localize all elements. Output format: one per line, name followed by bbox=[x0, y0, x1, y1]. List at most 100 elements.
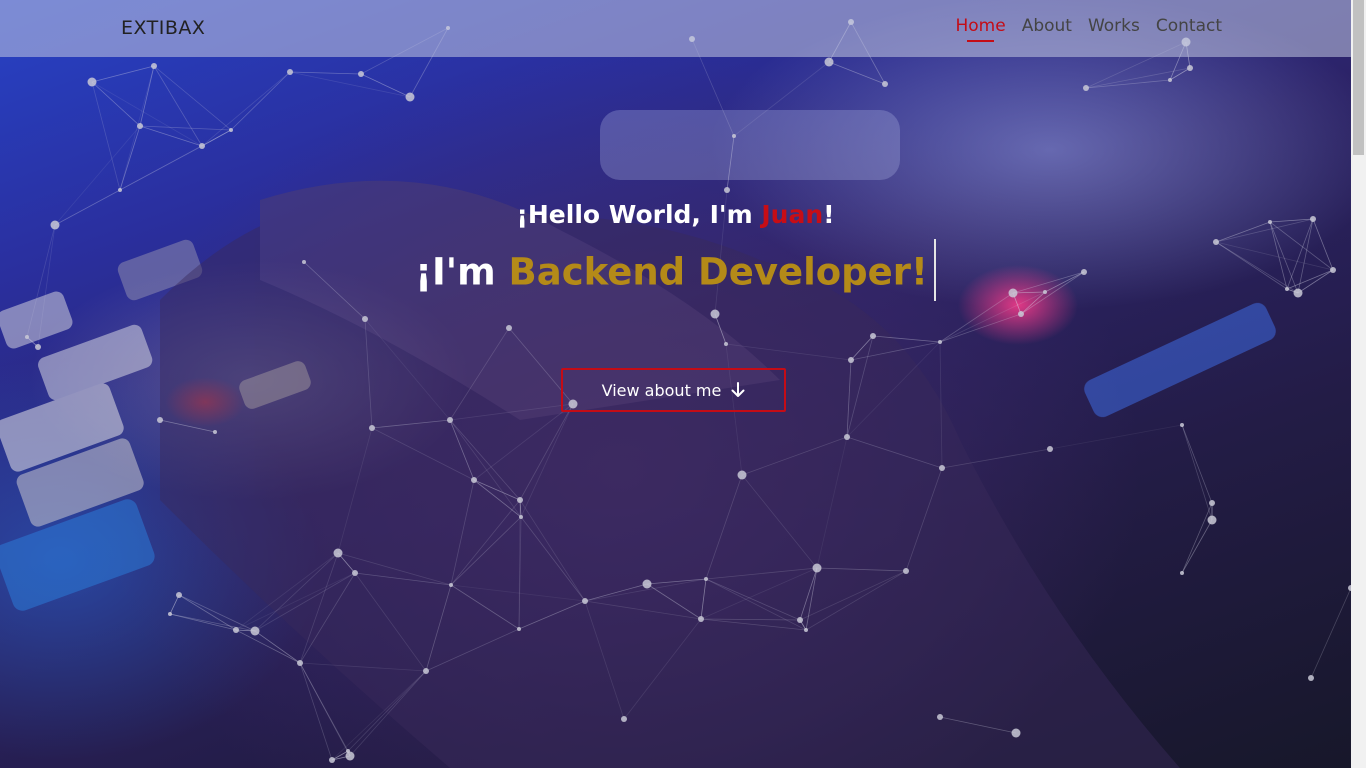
particle-node bbox=[25, 335, 29, 339]
nav-link-contact[interactable]: Contact bbox=[1156, 16, 1222, 36]
particle-node bbox=[199, 143, 205, 149]
particle-link bbox=[299, 662, 351, 757]
particle-node bbox=[229, 128, 233, 132]
particle-node bbox=[1011, 728, 1021, 738]
particle-link bbox=[846, 335, 874, 438]
particle-link bbox=[700, 618, 807, 631]
particle-link bbox=[700, 567, 818, 620]
particle-link bbox=[1085, 67, 1191, 89]
particle-link bbox=[473, 403, 574, 481]
particle-node bbox=[519, 515, 523, 519]
particle-link bbox=[169, 613, 237, 631]
particle-link bbox=[254, 630, 301, 664]
particle-link bbox=[169, 613, 256, 632]
particle-link bbox=[846, 436, 943, 469]
particle-link bbox=[705, 578, 801, 621]
particle-node bbox=[870, 333, 876, 339]
role-prefix: ¡I'm bbox=[415, 250, 509, 294]
particle-link bbox=[519, 403, 574, 501]
hero-greeting: ¡Hello World, I'm Juan! bbox=[0, 200, 1351, 229]
particle-node bbox=[250, 626, 260, 636]
particle-node bbox=[517, 497, 523, 503]
particle-link bbox=[178, 594, 237, 631]
particle-node bbox=[1187, 65, 1193, 71]
particle-link bbox=[519, 499, 586, 602]
particle-link bbox=[449, 419, 522, 518]
particle-link bbox=[450, 516, 522, 586]
particle-link bbox=[425, 628, 520, 672]
particle-link bbox=[741, 436, 848, 476]
particle-link bbox=[450, 499, 521, 586]
particle-link bbox=[846, 359, 852, 438]
particle-link bbox=[646, 578, 707, 585]
particle-link bbox=[119, 145, 203, 191]
particle-link bbox=[700, 578, 707, 620]
particle-link bbox=[337, 552, 452, 586]
particle-link bbox=[371, 427, 475, 481]
particle-link bbox=[119, 65, 155, 191]
particle-node bbox=[937, 714, 943, 720]
particle-link bbox=[805, 570, 907, 631]
particle-link bbox=[584, 600, 625, 720]
particle-node bbox=[938, 340, 942, 344]
particle-node bbox=[517, 627, 521, 631]
scrollbar[interactable] bbox=[1351, 0, 1366, 768]
particle-node bbox=[642, 579, 652, 589]
view-about-me-button[interactable]: View about me bbox=[561, 368, 786, 412]
particle-link bbox=[235, 629, 301, 664]
particle-link bbox=[364, 318, 373, 429]
nav-link-works[interactable]: Works bbox=[1088, 16, 1140, 36]
particle-node bbox=[882, 81, 888, 87]
particle-link bbox=[939, 313, 1022, 343]
particle-node bbox=[87, 77, 97, 87]
particle-link bbox=[91, 65, 155, 83]
particle-node bbox=[176, 592, 182, 598]
particle-link bbox=[850, 341, 941, 361]
particle-node bbox=[35, 344, 41, 350]
scrollbar-thumb[interactable] bbox=[1353, 0, 1364, 155]
particle-link bbox=[646, 583, 702, 620]
particle-node bbox=[405, 92, 415, 102]
particle-node bbox=[447, 417, 453, 423]
particle-link bbox=[939, 341, 943, 469]
particle-node bbox=[1168, 78, 1172, 82]
particle-link bbox=[584, 583, 648, 602]
particle-link bbox=[941, 448, 1051, 469]
particle-link bbox=[518, 600, 586, 630]
brand-logo[interactable]: EXTIBAX bbox=[121, 17, 205, 39]
particle-link bbox=[159, 419, 216, 433]
particle-link bbox=[705, 567, 818, 580]
navbar: EXTIBAX Home About Works Contact bbox=[0, 0, 1351, 57]
particle-link bbox=[520, 403, 574, 518]
particle-link bbox=[360, 73, 411, 98]
particle-link bbox=[741, 474, 818, 569]
nav-link-home[interactable]: Home bbox=[955, 16, 1006, 42]
particle-link bbox=[1181, 424, 1213, 521]
particle-node bbox=[369, 425, 375, 431]
particle-link bbox=[91, 81, 141, 127]
particle-link bbox=[1049, 424, 1183, 450]
particle-node bbox=[137, 123, 143, 129]
nav-link-about[interactable]: About bbox=[1022, 16, 1072, 36]
particle-node bbox=[333, 548, 343, 558]
particle-node bbox=[345, 751, 355, 761]
particle-link bbox=[91, 81, 121, 191]
particle-node bbox=[704, 577, 708, 581]
particle-node bbox=[710, 309, 720, 319]
particle-link bbox=[733, 61, 830, 137]
particle-node bbox=[724, 342, 728, 346]
particle-link bbox=[449, 419, 475, 481]
particle-node bbox=[168, 612, 172, 616]
particle-link bbox=[139, 125, 203, 147]
particle-node bbox=[737, 470, 747, 480]
particle-node bbox=[423, 668, 429, 674]
particle-link bbox=[939, 716, 1017, 734]
particle-link bbox=[1310, 587, 1351, 679]
particle-node bbox=[151, 63, 157, 69]
particle-link bbox=[705, 474, 743, 580]
particle-node bbox=[1180, 423, 1184, 427]
particle-node bbox=[797, 617, 803, 623]
particle-link bbox=[450, 584, 586, 602]
particle-node bbox=[1209, 500, 1215, 506]
particle-link bbox=[230, 71, 291, 131]
